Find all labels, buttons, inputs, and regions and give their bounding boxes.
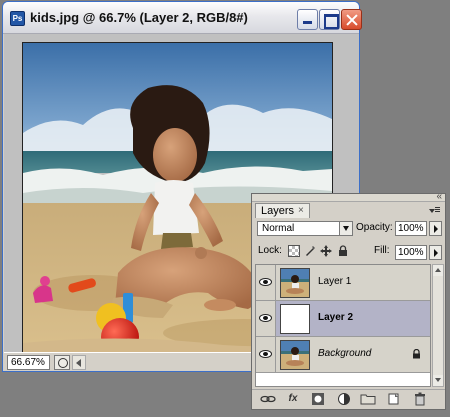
scroll-left-button[interactable]	[72, 355, 86, 370]
document-titlebar[interactable]: Ps kids.jpg @ 66.7% (Layer 2, RGB/8#)	[3, 2, 362, 34]
tab-close-icon[interactable]: ×	[298, 204, 304, 218]
scroll-up-button[interactable]	[433, 265, 443, 276]
tab-layers-label: Layers	[261, 205, 295, 217]
lock-all-icon[interactable]	[337, 245, 349, 257]
layers-panel: « Layers × Normal Opacity: 100% Lock: Fi…	[251, 191, 446, 410]
layer-list: Layer 1 Layer 2 Background	[255, 264, 431, 387]
fill-slider-button[interactable]	[429, 245, 442, 260]
lock-label: Lock:	[258, 245, 282, 256]
lock-transparent-pixels-icon[interactable]	[288, 245, 300, 257]
visibility-toggle[interactable]	[256, 337, 276, 372]
adjustment-icon[interactable]	[336, 392, 352, 406]
mask-icon[interactable]	[310, 392, 326, 406]
trash-icon[interactable]	[412, 392, 428, 406]
fill-input[interactable]: 100%	[395, 245, 427, 260]
maximize-button[interactable]	[319, 9, 340, 30]
lock-icon	[412, 348, 421, 359]
layer-thumbnail	[280, 340, 310, 370]
tab-layers[interactable]: Layers ×	[255, 203, 310, 218]
eye-icon	[259, 314, 272, 322]
opacity-label: Opacity:	[356, 222, 393, 233]
panel-collapse-icon[interactable]: «	[436, 191, 442, 202]
eye-icon	[259, 278, 272, 286]
eye-icon	[259, 350, 272, 358]
zoom-level-field[interactable]: 66.67%	[7, 355, 50, 370]
photoshop-doc-icon: Ps	[10, 11, 25, 26]
minimize-button[interactable]	[297, 9, 318, 30]
status-menu-button[interactable]	[54, 355, 70, 370]
visibility-toggle[interactable]	[256, 265, 276, 300]
opacity-slider-button[interactable]	[429, 221, 442, 236]
layers-panel-footer: fx	[252, 389, 445, 409]
layer-name: Background	[318, 348, 372, 359]
blend-mode-select[interactable]: Normal	[257, 221, 353, 236]
layer-name: Layer 2	[318, 312, 354, 323]
scroll-down-button[interactable]	[433, 375, 443, 386]
folder-icon[interactable]	[360, 392, 376, 406]
chevron-down-icon[interactable]	[339, 222, 352, 235]
layer-row-background[interactable]: Background	[256, 337, 430, 373]
document-title: kids.jpg @ 66.7% (Layer 2, RGB/8#)	[30, 10, 248, 25]
layer-row-layer-2[interactable]: Layer 2	[256, 301, 430, 337]
new-layer-icon[interactable]	[386, 392, 402, 406]
layer-thumbnail	[280, 304, 310, 334]
opacity-input[interactable]: 100%	[395, 221, 427, 236]
layer-thumbnail	[280, 268, 310, 298]
layer-row-layer-1[interactable]: Layer 1	[256, 265, 430, 301]
link-icon[interactable]	[260, 392, 276, 406]
fill-label: Fill:	[374, 245, 390, 256]
layer-name: Layer 1	[318, 276, 352, 287]
fx-icon[interactable]: fx	[285, 392, 301, 406]
lock-position-icon[interactable]	[320, 245, 332, 257]
layer-list-scrollbar[interactable]	[432, 264, 444, 387]
close-button[interactable]	[341, 9, 362, 30]
lock-image-pixels-icon[interactable]	[304, 245, 316, 257]
panel-menu-icon[interactable]	[429, 207, 440, 215]
blend-mode-value: Normal	[262, 223, 295, 234]
visibility-toggle[interactable]	[256, 301, 276, 336]
panel-drag-bar[interactable]: «	[252, 191, 445, 202]
